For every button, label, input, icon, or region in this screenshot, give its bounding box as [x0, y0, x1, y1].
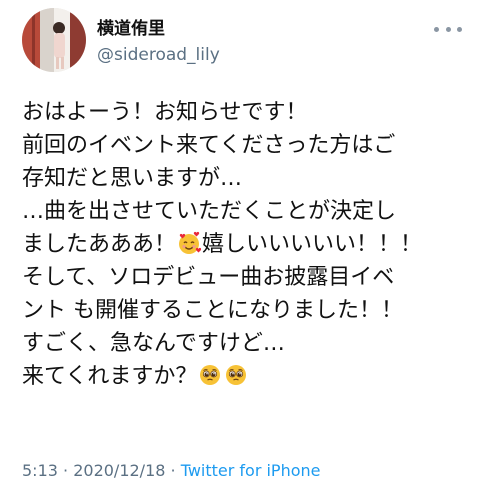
tweet-meta: 5:13 · 2020/12/18 · Twitter for iPhone: [22, 460, 321, 482]
tweet-line: おはよーう！お知らせです！: [22, 100, 308, 125]
meta-separator: ·: [57, 461, 74, 480]
tweet-line-part: ましたあああ！: [22, 232, 177, 257]
tweet-line: すごく、急なんですけど…: [22, 331, 285, 356]
tweet-text: おはよーう！お知らせです！ 前回のイベント来てくださった方はご 存知だと思います…: [22, 96, 462, 393]
tweet-line-with-emoji: 来てくれますか？: [22, 360, 462, 393]
tweet-line-part: 来てくれますか？: [22, 364, 198, 389]
user-handle[interactable]: @sideroad_lily: [97, 44, 220, 66]
more-dot: [457, 26, 462, 32]
display-name[interactable]: 横道侑里: [97, 18, 165, 40]
tweet-header: 横道侑里 @sideroad_lily: [22, 8, 462, 72]
tweet-line-with-emoji: ましたあああ！ 嬉しいいいいい！！！: [22, 228, 462, 261]
pleading-face-icon: [226, 365, 247, 385]
pleading-face-icon: [200, 365, 221, 385]
tweet-line: 前回のイベント来てくださった方はご: [22, 133, 396, 158]
meta-separator: ·: [165, 461, 181, 480]
avatar[interactable]: [22, 8, 86, 72]
more-dot: [445, 26, 451, 32]
tweet-source-link[interactable]: Twitter for iPhone: [181, 461, 321, 480]
tweet: 横道侑里 @sideroad_lily おはよーう！お知らせです！ 前回のイベン…: [0, 0, 480, 485]
tweet-line: そして、ソロデビュー曲お披露目イベ: [22, 265, 395, 290]
tweet-line: ント も開催することになりました！！: [22, 298, 403, 323]
tweet-line-part: 嬉しいいいいい！！！: [202, 232, 423, 257]
tweet-time[interactable]: 5:13: [22, 461, 58, 480]
more-dot: [434, 26, 439, 32]
smiling-face-with-hearts-icon: [179, 231, 202, 254]
tweet-line: …曲を出させていただくことが決定し: [22, 199, 397, 224]
more-icon[interactable]: [434, 22, 462, 36]
tweet-date[interactable]: 2020/12/18: [73, 461, 165, 480]
avatar-image: [22, 8, 86, 72]
tweet-line: 存知だと思いますが…: [22, 166, 243, 191]
